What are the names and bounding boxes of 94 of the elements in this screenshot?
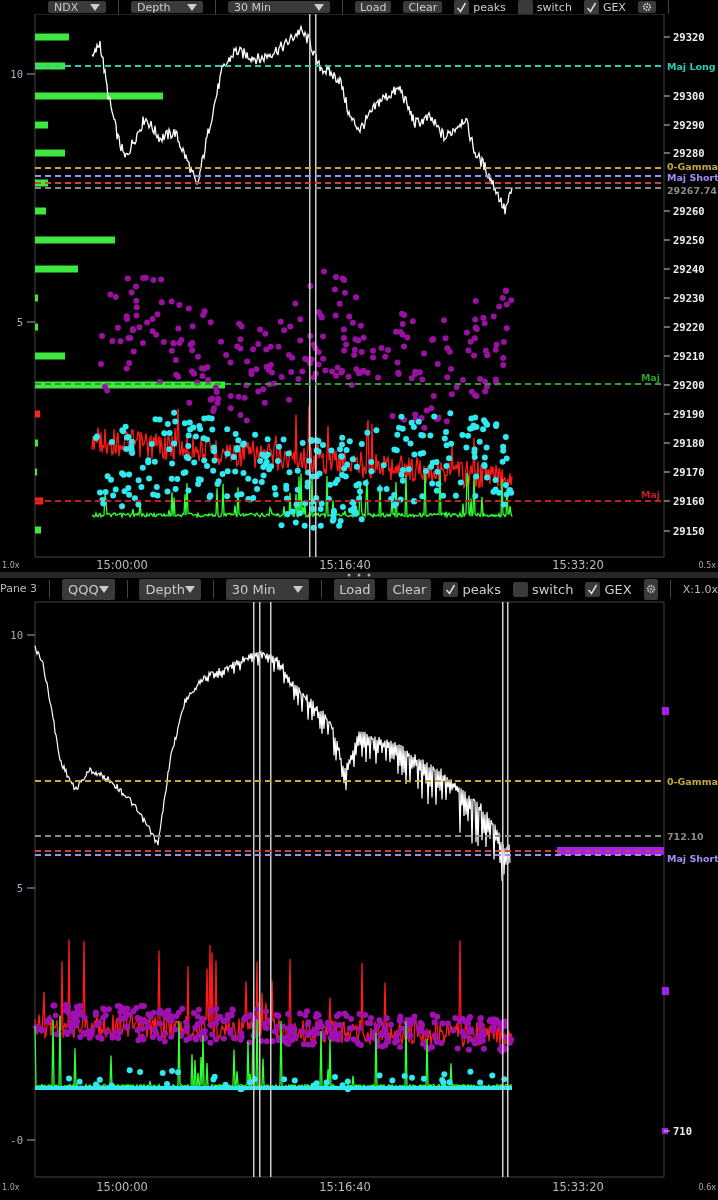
checkbox[interactable] [443,581,459,597]
checkbox-label: switch [536,1,572,13]
checkbox[interactable] [583,0,599,14]
axis-label: 29150 [673,525,705,537]
time-label: 15:16:40 [319,558,371,572]
caret-icon [293,585,304,593]
level-label: 0-Gamma [667,161,718,172]
toolbar-button[interactable]: Clear [387,578,432,600]
settings-icon [645,584,656,594]
scale-label: 0.6x [698,1183,716,1192]
depth-bar [35,439,38,447]
axis-label: 29220 [673,321,705,333]
depth-bar [35,323,38,331]
pane-label: Pane 3 [0,582,38,596]
axis-label: 29260 [673,205,705,217]
depth-bar [35,410,40,418]
axis-label: 29290 [673,119,705,131]
axis-label: 29320 [673,31,705,43]
level-label: 29267.74 [667,185,717,196]
depth-bar [35,526,41,534]
dropdown[interactable]: Depth [131,1,203,13]
time-label: 15:00:00 [96,558,148,572]
checkbox-label: peaks [473,1,506,13]
checkbox[interactable] [517,0,533,14]
depth-bar [662,1128,668,1134]
axis-label: 10 [10,68,23,80]
axis-label: 29170 [673,466,705,478]
caret-icon [314,3,324,11]
splitter-handle[interactable] [347,573,371,577]
axis-label: 710 [673,1125,692,1137]
axis-label: 29300 [673,90,705,102]
depth-bar [662,987,669,995]
axis-label: 29200 [673,379,705,391]
zoom-readout: X:1.0x [682,583,718,595]
checkmark-icon [587,583,599,595]
dropdown[interactable]: 30 Min [228,1,330,13]
checkbox[interactable] [454,0,470,14]
caret-icon [90,3,100,11]
time-label: 15:00:00 [96,1180,148,1194]
toolbar-button[interactable]: Load [334,578,376,600]
axis-label: 5 [16,882,23,894]
dropdown[interactable]: 30 Min [225,578,310,600]
depth-bar [35,33,69,41]
depth-bar [35,294,38,302]
time-label: 15:16:40 [319,1180,371,1194]
axis-label: 29240 [673,263,705,275]
axis-label: 5 [16,316,23,328]
axis-label: -0 [10,1134,23,1146]
time-label: 15:33:20 [552,558,604,572]
caret-icon [185,585,196,593]
checkmark-icon [456,1,468,13]
checkbox-label: GEX [604,582,632,596]
level-label: Maj Short [667,172,718,183]
checkmark-icon [445,583,457,595]
axis-label: 29230 [673,292,705,304]
toolbar-button[interactable]: Load [355,1,392,13]
axis-label: 29180 [673,437,705,449]
axis-label: 29280 [673,147,705,159]
axis-label: 29250 [673,234,705,246]
depth-bar [35,352,65,360]
caret-icon [187,3,197,11]
checkbox-label: peaks [462,582,501,596]
checkbox-label: switch [531,582,574,596]
scale-label: 0.5x [698,561,716,570]
settings-icon [641,2,652,12]
depth-bar [35,207,46,215]
level-label: Maj Short [667,853,718,864]
checkbox-label: GEX [602,1,626,13]
axis-label: 10 [10,629,23,641]
time-label: 15:33:20 [552,1180,604,1194]
axis-label: 29210 [673,350,705,362]
depth-bar [35,265,78,273]
caret-icon [98,585,109,593]
axis-label: 29160 [673,495,705,507]
checkbox[interactable] [585,581,601,597]
dropdown[interactable]: NDX [48,1,106,13]
level-label: Maj [640,489,660,500]
level-label: 712.10 [667,831,704,842]
depth-bar [662,707,669,715]
dropdown[interactable]: Depth [139,578,202,600]
level-label: Maj [640,372,660,383]
scale-label: 1.0x [2,561,20,570]
toolbar-button[interactable]: Clear [403,1,443,13]
level-label: 0-Gamma [667,776,718,787]
axis-label: 29190 [673,408,705,420]
scale-label: 1.0x [2,1183,20,1192]
checkbox[interactable] [512,581,528,597]
depth-bar [35,149,65,157]
depth-bar [35,121,48,129]
level-label: Maj Long [667,61,716,72]
settings-button[interactable] [643,578,658,600]
dropdown[interactable]: QQQ [61,578,115,600]
settings-button[interactable] [637,1,656,13]
checkmark-icon [585,1,597,13]
